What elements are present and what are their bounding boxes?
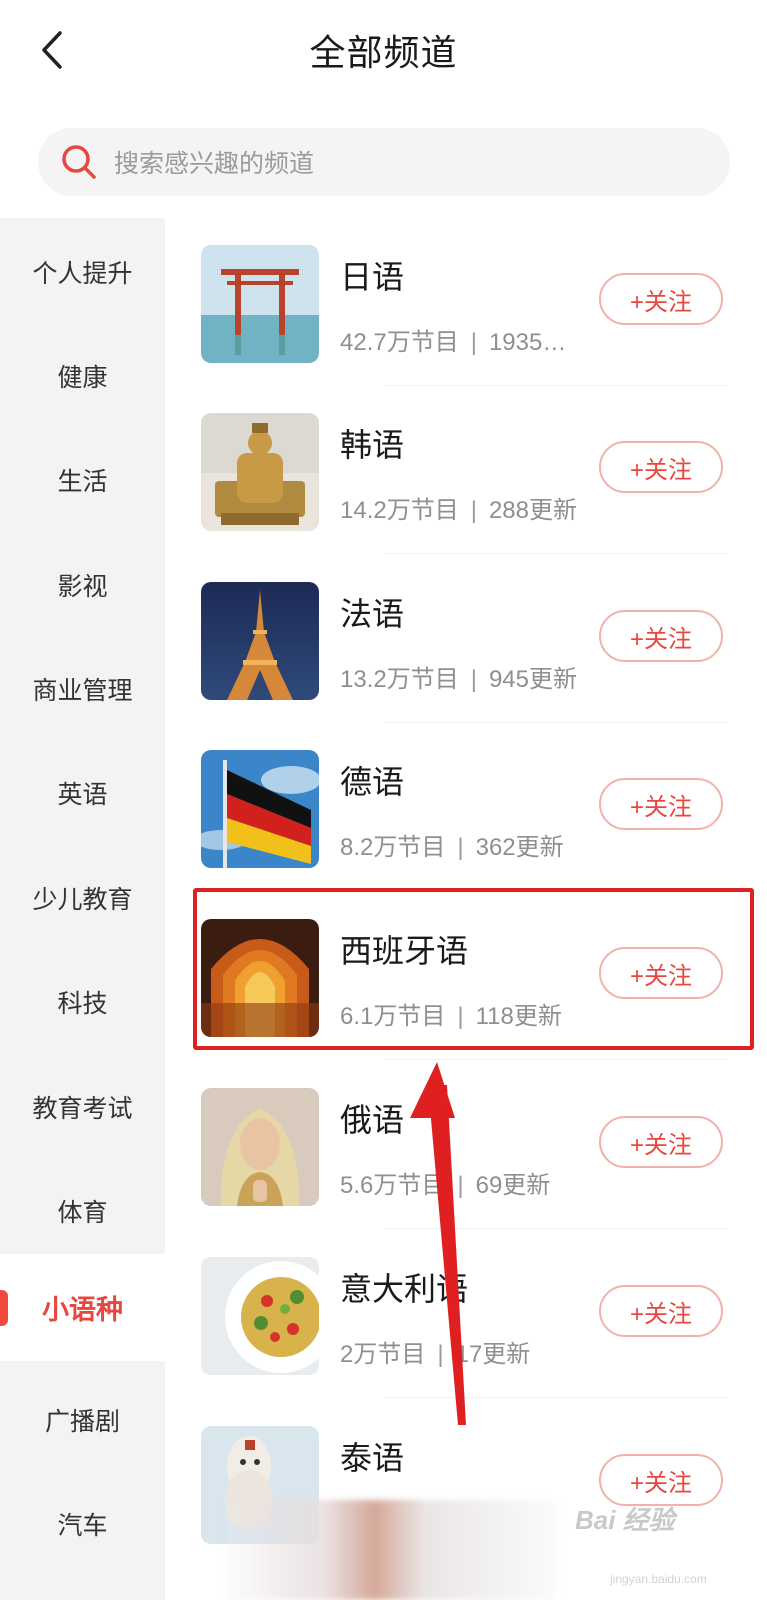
channel-name: 日语 <box>340 259 405 295</box>
update-count: 1935… <box>488 329 567 356</box>
channel-name: 意大利语 <box>340 1271 469 1307</box>
watermark: Bai 经验 <box>575 1505 675 1535</box>
sidebar-item-radio-drama[interactable]: 广播剧 <box>0 1366 165 1473</box>
page-title: 全部频道 <box>309 32 458 73</box>
meta-separator: | <box>470 666 477 693</box>
sidebar-item-personal-growth[interactable]: 个人提升 <box>0 218 165 325</box>
sidebar-item-label: 小语种 <box>42 1295 123 1325</box>
follow-button[interactable]: +关注 <box>599 778 723 830</box>
sidebar-item-exams[interactable]: 教育考试 <box>0 1053 165 1160</box>
channel-name: 韩语 <box>340 427 405 463</box>
follow-button[interactable]: +关注 <box>599 610 723 662</box>
golden-statue-image <box>201 413 319 531</box>
sidebar-item-auto[interactable]: 汽车 <box>0 1470 165 1577</box>
list-item[interactable]: 德语 8.2万节目 | 362更新 +关注 <box>165 723 767 891</box>
sidebar-item-business[interactable]: 商业管理 <box>0 635 165 742</box>
eiffel-tower-image <box>201 582 319 700</box>
sidebar-item-label: 英语 <box>57 780 108 809</box>
channel-name: 法语 <box>340 596 405 632</box>
channel-meta: 42.7万节目 | 1935… <box>340 322 566 357</box>
sidebar-item-label: 影视 <box>57 572 108 601</box>
meta-separator: | <box>470 497 477 524</box>
sidebar-item-label: 汽车 <box>57 1511 108 1540</box>
list-item[interactable]: 日语 42.7万节目 | 1935… +关注 <box>165 218 767 386</box>
sidebar-item-english[interactable]: 英语 <box>0 739 165 846</box>
sidebar-item-label: 个人提升 <box>32 259 133 288</box>
list-item[interactable]: 法语 13.2万节目 | 945更新 +关注 <box>165 555 767 723</box>
channel-name: 泰语 <box>340 1440 405 1476</box>
sidebar-item-film[interactable]: 影视 <box>0 531 165 638</box>
update-count: 69更新 <box>475 1172 551 1199</box>
divider <box>385 1228 727 1229</box>
channel-name: 德语 <box>340 764 405 800</box>
program-count: 13.2万节目 <box>340 666 459 693</box>
german-flag-image <box>201 750 319 868</box>
update-count: 945更新 <box>488 666 577 693</box>
meta-separator: | <box>457 1172 464 1199</box>
pasta-image <box>201 1257 319 1375</box>
sidebar-item-label: 生活 <box>57 467 108 496</box>
sidebar-item-sports[interactable]: 体育 <box>0 1157 165 1264</box>
channel-meta: 8.2万节目 | 362更新 <box>340 827 564 862</box>
list-item[interactable]: 俄语 5.6万节目 | 69更新 +关注 <box>165 1061 767 1229</box>
update-count: 288更新 <box>488 497 577 524</box>
sidebar-item-label: 体育 <box>57 1198 108 1227</box>
sidebar-item-life[interactable]: 生活 <box>0 426 165 533</box>
channel-meta: 5.6万节目 | 69更新 <box>340 1165 550 1200</box>
category-sidebar: 个人提升 健康 生活 影视 商业管理 英语 少儿教育 科技 教育考试 体育 小语… <box>0 218 165 1600</box>
list-item[interactable]: 意大利语 2万节目 | 17更新 +关注 <box>165 1230 767 1398</box>
watermark-url: jingyan.baidu.com <box>610 1572 707 1586</box>
list-item[interactable]: 韩语 14.2万节目 | 288更新 +关注 <box>165 386 767 554</box>
torii-gate-image <box>201 245 319 363</box>
program-count: 5.6万节目 <box>340 1172 446 1199</box>
update-count: 362更新 <box>475 834 564 861</box>
search-icon <box>62 145 96 179</box>
highlight-box <box>193 888 754 1050</box>
channel-meta: 14.2万节目 | 288更新 <box>340 490 577 525</box>
meta-separator: | <box>437 1341 444 1368</box>
program-count: 8.2万节目 <box>340 834 446 861</box>
sidebar-item-label: 广播剧 <box>44 1407 120 1436</box>
channel-meta: 13.2万节目 | 945更新 <box>340 659 577 694</box>
header: 全部频道 <box>0 0 767 105</box>
divider <box>385 1059 727 1060</box>
divider <box>385 553 727 554</box>
sidebar-item-label: 健康 <box>57 363 108 392</box>
sidebar-item-minor-languages[interactable]: 小语种 <box>0 1254 165 1361</box>
sidebar-item-kids-education[interactable]: 少儿教育 <box>0 844 165 951</box>
pixelated-area <box>226 1500 556 1600</box>
follow-button[interactable]: +关注 <box>599 1454 723 1506</box>
program-count: 14.2万节目 <box>340 497 459 524</box>
sidebar-item-label: 少儿教育 <box>32 885 133 914</box>
sidebar-item-label: 科技 <box>57 989 108 1018</box>
sidebar-item-tech[interactable]: 科技 <box>0 948 165 1055</box>
search-placeholder: 搜索感兴趣的频道 <box>114 150 315 178</box>
madonna-image <box>201 1088 319 1206</box>
program-count: 42.7万节目 <box>340 329 459 356</box>
meta-separator: | <box>457 834 464 861</box>
follow-button[interactable]: +关注 <box>599 1285 723 1337</box>
sidebar-item-health[interactable]: 健康 <box>0 322 165 429</box>
program-count: 2万节目 <box>340 1341 426 1368</box>
follow-button[interactable]: +关注 <box>599 441 723 493</box>
update-count: 17更新 <box>455 1341 531 1368</box>
channel-meta: 2万节目 | 17更新 <box>340 1334 530 1369</box>
channel-name: 俄语 <box>340 1102 405 1138</box>
follow-button[interactable]: +关注 <box>599 273 723 325</box>
search-input[interactable]: 搜索感兴趣的频道 <box>38 128 730 196</box>
sidebar-item-label: 商业管理 <box>32 676 133 705</box>
meta-separator: | <box>470 329 477 356</box>
follow-button[interactable]: +关注 <box>599 1116 723 1168</box>
sidebar-item-label: 教育考试 <box>32 1094 133 1123</box>
divider <box>385 1397 727 1398</box>
